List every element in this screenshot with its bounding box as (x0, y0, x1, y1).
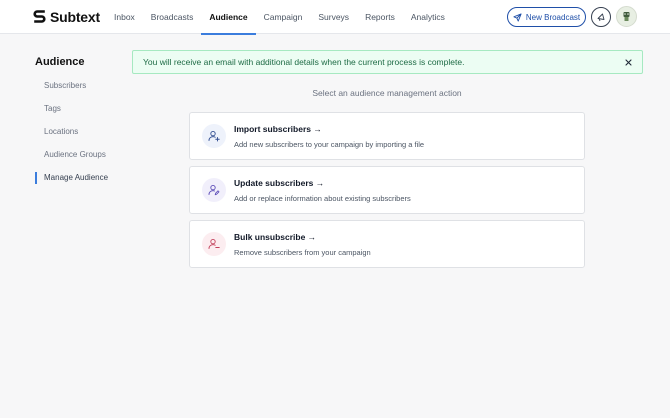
main-nav: Inbox Broadcasts Audience Campaign Surve… (106, 0, 453, 35)
card-icon-wrap (202, 178, 226, 202)
update-subscribers-card[interactable]: Update subscribers → Add or replace info… (189, 166, 585, 214)
announcements-button[interactable] (591, 7, 611, 27)
import-subscribers-card[interactable]: Import subscribers → Add new subscribers… (189, 112, 585, 160)
megaphone-icon (597, 13, 605, 22)
avatar-image-icon (623, 12, 630, 21)
bulk-unsubscribe-card[interactable]: Bulk unsubscribe → Remove subscribers fr… (189, 220, 585, 268)
card-icon-wrap (202, 124, 226, 148)
nav-campaign[interactable]: Campaign (256, 0, 311, 34)
audience-sidebar: Audience Subscribers Tags Locations Audi… (35, 55, 135, 184)
nav-broadcasts[interactable]: Broadcasts (143, 0, 202, 34)
close-icon (624, 58, 632, 66)
card-title: Import subscribers → (234, 124, 322, 134)
success-alert: You will receive an email with additiona… (132, 50, 643, 74)
sidebar-item-audience-groups[interactable]: Audience Groups (35, 149, 106, 161)
app-logo[interactable]: Subtext (33, 8, 100, 26)
sidebar-item-tags[interactable]: Tags (35, 103, 61, 115)
nav-analytics[interactable]: Analytics (403, 0, 453, 34)
subtext-logo-icon (33, 10, 46, 23)
card-title: Bulk unsubscribe → (234, 232, 317, 242)
nav-inbox[interactable]: Inbox (106, 0, 143, 34)
send-icon (513, 12, 522, 22)
action-prompt: Select an audience management action (312, 88, 462, 98)
sidebar-title: Audience (35, 56, 85, 68)
app-name: Subtext (50, 9, 100, 25)
card-description: Add new subscribers to your campaign by … (234, 140, 425, 149)
nav-reports[interactable]: Reports (357, 0, 403, 34)
user-edit-icon (208, 184, 220, 196)
alert-close-button[interactable] (622, 56, 634, 68)
sidebar-item-subscribers[interactable]: Subscribers (35, 80, 86, 92)
new-broadcast-button[interactable]: New Broadcast (507, 7, 586, 27)
new-broadcast-label: New Broadcast (525, 12, 581, 22)
nav-audience[interactable]: Audience (201, 0, 256, 35)
card-description: Remove subscribers from your campaign (234, 248, 371, 257)
nav-surveys[interactable]: Surveys (310, 0, 357, 34)
sidebar-item-manage-audience[interactable]: Manage Audience (35, 172, 108, 184)
user-plus-icon (208, 130, 220, 142)
alert-message: You will receive an email with additiona… (143, 57, 465, 67)
user-avatar[interactable] (616, 6, 637, 27)
sidebar-item-locations[interactable]: Locations (35, 126, 78, 138)
card-title: Update subscribers → (234, 178, 325, 188)
card-description: Add or replace information about existin… (234, 194, 411, 203)
user-minus-icon (208, 238, 220, 249)
card-icon-wrap (202, 232, 226, 256)
top-navigation-bar: Subtext Inbox Broadcasts Audience Campai… (0, 0, 670, 35)
